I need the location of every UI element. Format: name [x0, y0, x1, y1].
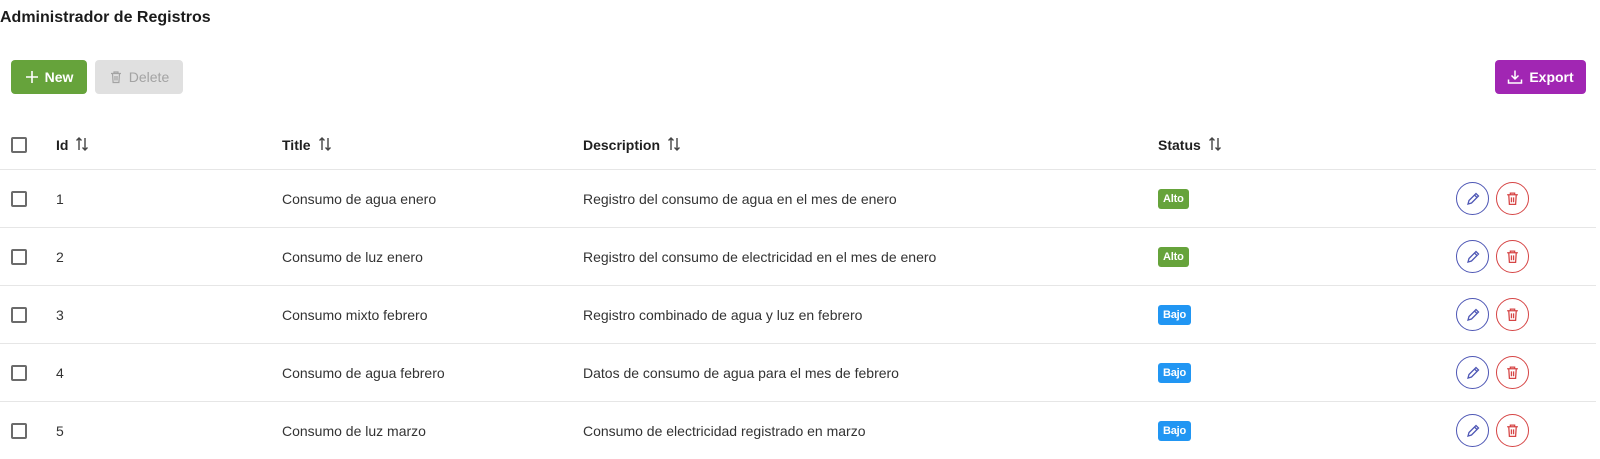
sort-icon: [1207, 136, 1223, 152]
delete-button[interactable]: Delete: [95, 60, 183, 94]
sort-icon: [666, 136, 682, 152]
edit-button[interactable]: [1456, 414, 1489, 447]
row-checkbox[interactable]: [11, 423, 27, 439]
pencil-icon: [1465, 191, 1481, 207]
trash-icon: [1505, 307, 1520, 322]
cell-description: Datos de consumo de agua para el mes de …: [583, 344, 1158, 402]
cell-id: 3: [51, 286, 282, 344]
trash-icon: [1505, 191, 1520, 206]
column-header-description[interactable]: Description: [583, 120, 1158, 170]
cell-title: Consumo de luz marzo: [282, 402, 583, 459]
delete-button-label: Delete: [129, 69, 169, 85]
export-button-label: Export: [1529, 69, 1573, 85]
select-all-checkbox[interactable]: [11, 137, 27, 153]
new-button[interactable]: New: [11, 60, 87, 94]
edit-button[interactable]: [1456, 182, 1489, 215]
delete-row-button[interactable]: [1496, 356, 1529, 389]
cell-title: Consumo de agua enero: [282, 170, 583, 228]
plus-icon: [25, 70, 39, 84]
row-checkbox[interactable]: [11, 249, 27, 265]
table-row: 3 Consumo mixto febrero Registro combina…: [0, 286, 1596, 344]
delete-row-button[interactable]: [1496, 182, 1529, 215]
delete-row-button[interactable]: [1496, 240, 1529, 273]
table-row: 4 Consumo de agua febrero Datos de consu…: [0, 344, 1596, 402]
column-header-id[interactable]: Id: [51, 120, 282, 170]
edit-button[interactable]: [1456, 356, 1489, 389]
page-title: Administrador de Registros: [0, 9, 211, 27]
download-icon: [1507, 69, 1523, 85]
cell-id: 4: [51, 344, 282, 402]
cell-description: Registro combinado de agua y luz en febr…: [583, 286, 1158, 344]
edit-button[interactable]: [1456, 240, 1489, 273]
export-button[interactable]: Export: [1495, 60, 1586, 94]
sort-icon: [74, 136, 90, 152]
cell-title: Consumo mixto febrero: [282, 286, 583, 344]
status-badge: Alto: [1158, 189, 1189, 209]
trash-icon: [1505, 423, 1520, 438]
status-badge: Bajo: [1158, 305, 1191, 325]
status-badge: Alto: [1158, 247, 1189, 267]
edit-button[interactable]: [1456, 298, 1489, 331]
row-checkbox[interactable]: [11, 191, 27, 207]
status-badge: Bajo: [1158, 421, 1191, 441]
table-row: 2 Consumo de luz enero Registro del cons…: [0, 228, 1596, 286]
delete-row-button[interactable]: [1496, 414, 1529, 447]
row-checkbox[interactable]: [11, 365, 27, 381]
trash-icon: [109, 70, 123, 84]
pencil-icon: [1465, 249, 1481, 265]
table-row: 1 Consumo de agua enero Registro del con…: [0, 170, 1596, 228]
sort-icon: [317, 136, 333, 152]
trash-icon: [1505, 249, 1520, 264]
column-header-title[interactable]: Title: [282, 120, 583, 170]
trash-icon: [1505, 365, 1520, 380]
status-badge: Bajo: [1158, 363, 1191, 383]
table-header-row: Id Title Description Status: [0, 120, 1596, 170]
row-checkbox[interactable]: [11, 307, 27, 323]
delete-row-button[interactable]: [1496, 298, 1529, 331]
table-row: 5 Consumo de luz marzo Consumo de electr…: [0, 402, 1596, 459]
cell-description: Registro del consumo de electricidad en …: [583, 228, 1158, 286]
cell-description: Registro del consumo de agua en el mes d…: [583, 170, 1158, 228]
column-header-status[interactable]: Status: [1158, 120, 1456, 170]
pencil-icon: [1465, 365, 1481, 381]
cell-id: 2: [51, 228, 282, 286]
cell-description: Consumo de electricidad registrado en ma…: [583, 402, 1158, 459]
pencil-icon: [1465, 307, 1481, 323]
records-table: Id Title Description Status 1 Consumo de…: [0, 120, 1596, 459]
new-button-label: New: [45, 69, 74, 85]
cell-id: 5: [51, 402, 282, 459]
cell-title: Consumo de luz enero: [282, 228, 583, 286]
cell-id: 1: [51, 170, 282, 228]
cell-title: Consumo de agua febrero: [282, 344, 583, 402]
pencil-icon: [1465, 423, 1481, 439]
